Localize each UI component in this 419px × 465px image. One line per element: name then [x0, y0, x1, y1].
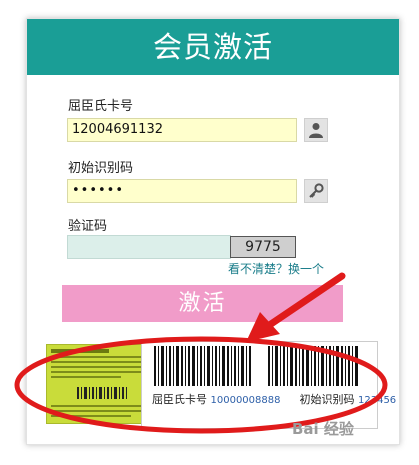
card-sample-card-label: 屈臣氏卡号	[152, 393, 207, 406]
captcha-input[interactable]	[67, 235, 231, 259]
refresh-captcha-link[interactable]: 看不清楚？换一个	[228, 260, 324, 277]
activate-button[interactable]: 激活	[62, 285, 343, 322]
card-back-image	[46, 344, 156, 424]
code-label: 初始识别码	[68, 161, 134, 176]
card-sample-code-number: 123456	[358, 395, 397, 406]
activation-panel: 会员激活 屈臣氏卡号 12004691132 初始识别码 •••••• 验证码 …	[26, 18, 400, 445]
card-number-label: 屈臣氏卡号	[68, 99, 134, 114]
key-icon	[304, 179, 328, 203]
card-sample-card-number: 10000008888	[210, 395, 281, 406]
page-title: 会员激活	[27, 19, 399, 75]
user-icon	[304, 118, 328, 142]
card-number-input[interactable]: 12004691132	[67, 118, 297, 142]
card-sample-text: 屈臣氏卡号 10000008888 初始识别码 123456	[152, 391, 396, 407]
code-input[interactable]: ••••••	[67, 179, 297, 203]
watermark: Bai 经验	[292, 420, 354, 438]
captcha-label: 验证码	[68, 219, 108, 234]
captcha-image[interactable]: 9775	[230, 236, 296, 258]
card-sample-code-label: 初始识别码	[299, 393, 355, 406]
card-front-image: 屈臣氏卡号 10000008888 初始识别码 123456	[141, 341, 396, 429]
